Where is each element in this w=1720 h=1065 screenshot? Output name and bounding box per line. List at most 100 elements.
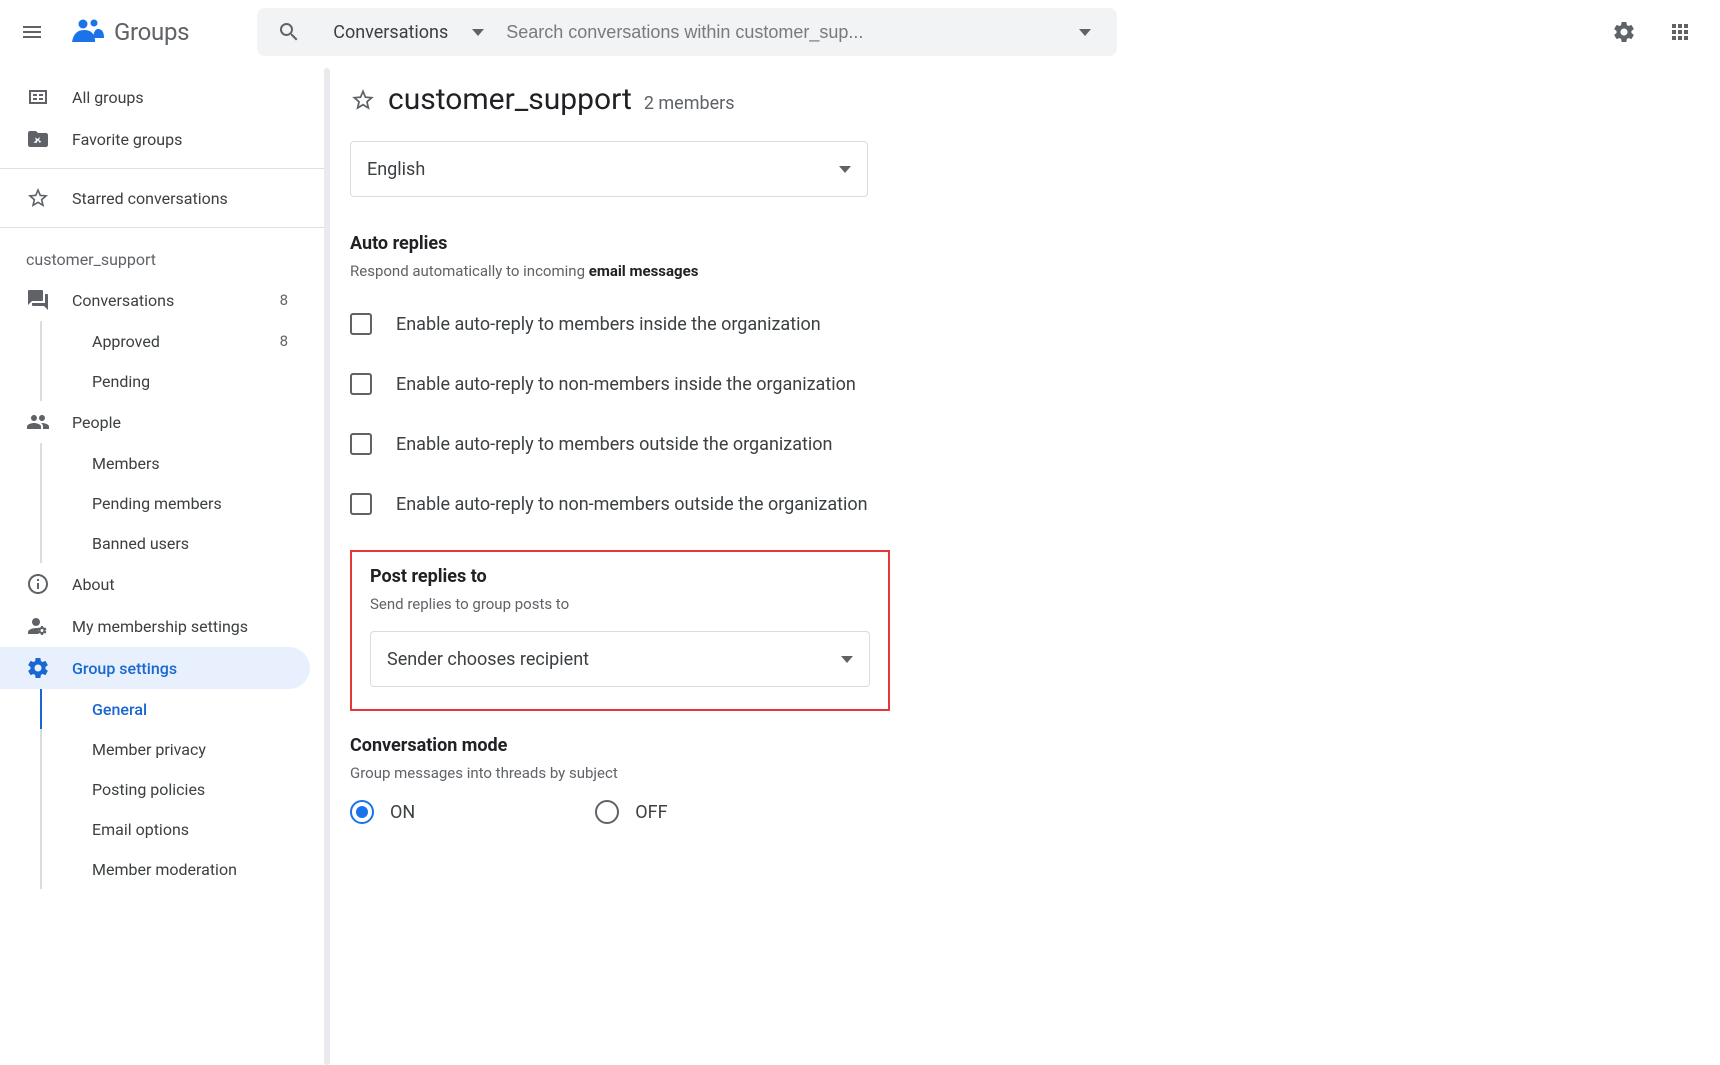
divider <box>0 168 324 169</box>
settings-button[interactable] <box>1600 8 1648 56</box>
search-options-dropdown[interactable] <box>1061 29 1109 36</box>
checkbox[interactable] <box>350 493 372 515</box>
post-replies-select-value: Sender chooses recipient <box>387 649 589 670</box>
post-replies-title: Post replies to <box>370 566 870 587</box>
search-scope-dropdown[interactable]: Conversations <box>321 22 496 43</box>
sidebar-sub-posting-policies[interactable]: Posting policies <box>0 769 310 809</box>
star-outline-icon <box>350 87 376 113</box>
chevron-down-icon <box>1079 29 1091 36</box>
sidebar-item-label: Member moderation <box>92 860 294 879</box>
conversation-mode-subtitle: Group messages into threads by subject <box>350 764 1680 782</box>
sidebar-item-label: Member privacy <box>92 740 294 759</box>
forum-icon <box>26 288 50 312</box>
search-bar: Conversations <box>257 8 1117 56</box>
sidebar-sub-email-options[interactable]: Email options <box>0 809 310 849</box>
person-gear-icon <box>26 614 50 638</box>
auto-reply-option-4[interactable]: Enable auto-reply to non-members outside… <box>350 478 1680 530</box>
sidebar-sub-members[interactable]: Members <box>0 443 310 483</box>
auto-reply-option-3[interactable]: Enable auto-reply to members outside the… <box>350 418 1680 470</box>
checkbox[interactable] <box>350 433 372 455</box>
star-outline-icon <box>26 186 50 210</box>
groups-logo-icon <box>68 12 108 52</box>
sidebar-item-group-settings[interactable]: Group settings <box>0 647 310 689</box>
sidebar-item-label: Favorite groups <box>72 130 294 149</box>
radio-label: ON <box>390 802 415 823</box>
apps-grid-icon <box>1668 20 1692 44</box>
sidebar-item-conversations[interactable]: Conversations 8 <box>0 279 310 321</box>
sidebar-item-label: Pending members <box>92 494 294 513</box>
sidebar-item-label: Members <box>92 454 294 473</box>
sidebar-item-label: Conversations <box>72 291 258 310</box>
search-button[interactable] <box>265 20 313 44</box>
sidebar-sub-pending-members[interactable]: Pending members <box>0 483 310 523</box>
sidebar-item-label: Email options <box>92 820 294 839</box>
people-icon <box>26 410 50 434</box>
sidebar-sub-pending[interactable]: Pending <box>0 361 310 401</box>
conversation-mode-off[interactable]: OFF <box>595 800 667 824</box>
apps-button[interactable] <box>1656 8 1704 56</box>
sidebar-item-label: Pending <box>92 372 294 391</box>
post-replies-select[interactable]: Sender chooses recipient <box>370 631 870 687</box>
radio-button[interactable] <box>350 800 374 824</box>
member-count: 2 members <box>644 93 735 114</box>
sidebar-item-starred-conversations[interactable]: Starred conversations <box>0 177 310 219</box>
language-select-value: English <box>367 159 425 180</box>
checkbox-label: Enable auto-reply to members inside the … <box>396 314 821 335</box>
folder-star-icon <box>26 127 50 151</box>
gear-icon <box>1612 20 1636 44</box>
sidebar-item-about[interactable]: About <box>0 563 310 605</box>
count-badge: 8 <box>280 291 288 309</box>
radio-label: OFF <box>635 802 667 823</box>
sidebar-sub-approved[interactable]: Approved 8 <box>0 321 310 361</box>
auto-replies-title: Auto replies <box>350 233 1680 254</box>
sidebar-sub-general[interactable]: General <box>0 689 310 729</box>
sidebar-sub-member-moderation[interactable]: Member moderation <box>0 849 310 889</box>
sidebar-item-label: General <box>92 700 294 719</box>
checkbox-label: Enable auto-reply to non-members outside… <box>396 494 868 515</box>
conversation-mode-title: Conversation mode <box>350 735 1680 756</box>
star-group-button[interactable] <box>350 87 376 113</box>
sidebar-item-label: Banned users <box>92 534 294 553</box>
post-replies-subtitle: Send replies to group posts to <box>370 595 870 613</box>
checkbox[interactable] <box>350 313 372 335</box>
sidebar-sub-banned-users[interactable]: Banned users <box>0 523 310 563</box>
conversation-mode-on[interactable]: ON <box>350 800 415 824</box>
checkbox[interactable] <box>350 373 372 395</box>
main-content: customer_support 2 members English Auto … <box>334 64 1720 1065</box>
count-badge: 8 <box>280 332 288 350</box>
sidebar-group-name: customer_support <box>0 236 324 279</box>
search-input[interactable] <box>504 21 1053 44</box>
sidebar-item-all-groups[interactable]: All groups <box>0 76 310 118</box>
sidebar-item-label: People <box>72 413 294 432</box>
scrollbar[interactable] <box>324 68 330 1065</box>
radio-button[interactable] <box>595 800 619 824</box>
auto-replies-subtitle: Respond automatically to incoming email … <box>350 262 1680 280</box>
sidebar: All groups Favorite groups Starred conve… <box>0 64 324 1065</box>
chevron-down-icon <box>841 656 853 663</box>
auto-reply-option-2[interactable]: Enable auto-reply to non-members inside … <box>350 358 1680 410</box>
main-menu-button[interactable] <box>8 8 56 56</box>
search-icon <box>277 20 301 44</box>
auto-reply-option-1[interactable]: Enable auto-reply to members inside the … <box>350 298 1680 350</box>
checkbox-label: Enable auto-reply to non-members inside … <box>396 374 856 395</box>
sidebar-item-membership-settings[interactable]: My membership settings <box>0 605 310 647</box>
post-replies-section: Post replies to Send replies to group po… <box>350 550 890 711</box>
sidebar-item-label: Posting policies <box>92 780 294 799</box>
sidebar-sub-member-privacy[interactable]: Member privacy <box>0 729 310 769</box>
product-name: Groups <box>114 18 189 46</box>
divider <box>0 227 324 228</box>
search-scope-label: Conversations <box>333 22 448 43</box>
sidebar-item-label: Starred conversations <box>72 189 294 208</box>
group-title: customer_support <box>388 82 632 117</box>
sidebar-item-people[interactable]: People <box>0 401 310 443</box>
sidebar-item-label: Group settings <box>72 659 294 678</box>
language-select[interactable]: English <box>350 141 868 197</box>
sidebar-item-label: All groups <box>72 88 294 107</box>
sidebar-item-favorite-groups[interactable]: Favorite groups <box>0 118 310 160</box>
sidebar-item-label: My membership settings <box>72 617 294 636</box>
checkbox-label: Enable auto-reply to members outside the… <box>396 434 832 455</box>
product-logo[interactable]: Groups <box>68 12 189 52</box>
info-icon <box>26 572 50 596</box>
chevron-down-icon <box>839 166 851 173</box>
gear-icon <box>26 656 50 680</box>
